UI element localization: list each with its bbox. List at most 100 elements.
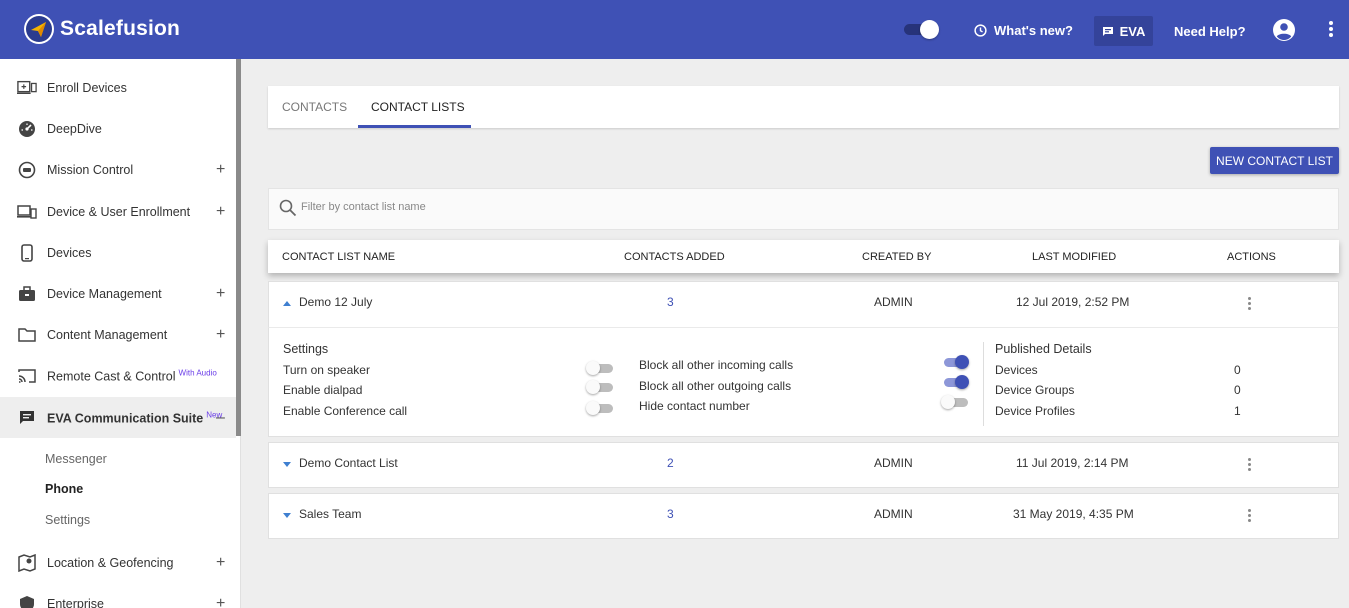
last-modified: 12 Jul 2019, 2:52 PM (1016, 295, 1130, 309)
active-tab-indicator (358, 125, 471, 128)
sidebar-item-label: Enroll Devices (47, 80, 127, 95)
expand-icon[interactable]: + (216, 161, 225, 179)
published-details-title: Published Details (995, 342, 1092, 356)
sidebar-subitem-phone[interactable]: Phone (45, 482, 83, 496)
expand-caret-icon[interactable] (283, 513, 291, 518)
sidebar-item-label: Device Management (47, 286, 162, 301)
chat-icon (1102, 26, 1113, 36)
whats-new-label: What's new? (994, 23, 1073, 38)
whats-new-link[interactable]: What's new? (974, 23, 1073, 38)
sidebar-item-eva-communication-suite[interactable]: EVA Communication Suite New – (0, 397, 236, 438)
expand-icon[interactable]: + (216, 595, 225, 608)
sidebar-item-deepdive[interactable]: DeepDive (0, 108, 236, 149)
sidebar-item-remote-cast[interactable]: Remote Cast & Control With Audio (0, 355, 236, 396)
theme-toggle[interactable] (904, 20, 940, 39)
sidebar-scrollbar[interactable] (236, 59, 241, 436)
new-contact-list-button[interactable]: NEW CONTACT LIST (1210, 147, 1339, 174)
cast-icon (17, 366, 37, 386)
table-row[interactable]: Demo 12 July 3 ADMIN 12 Jul 2019, 2:52 P… (268, 281, 1339, 327)
search-icon (279, 199, 297, 217)
contacts-count-link[interactable]: 2 (667, 456, 674, 470)
contacts-count-link[interactable]: 3 (667, 507, 674, 521)
row-actions-icon[interactable] (1248, 509, 1252, 524)
account-icon[interactable] (1272, 18, 1296, 47)
table-header: CONTACT LIST NAME CONTACTS ADDED CREATED… (268, 240, 1339, 273)
filter-bar (268, 188, 1339, 230)
sidebar-item-label: DeepDive (47, 121, 102, 136)
tab-contact-lists[interactable]: CONTACT LISTS (371, 86, 465, 128)
sidebar-item-label: EVA Communication Suite New (47, 409, 223, 426)
tab-bar: CONTACTS CONTACT LISTS (268, 86, 1339, 128)
speedometer-icon (17, 119, 37, 139)
need-help-link[interactable]: Need Help? (1174, 24, 1246, 39)
column-last-modified[interactable]: LAST MODIFIED (1032, 251, 1116, 263)
column-contact-list-name[interactable]: CONTACT LIST NAME (282, 251, 395, 263)
expand-icon[interactable]: + (216, 554, 225, 572)
contact-list-name[interactable]: Sales Team (299, 507, 361, 521)
enroll-devices-icon (17, 78, 37, 98)
sidebar-item-mission-control[interactable]: Mission Control + (0, 149, 236, 190)
published-value: 0 (1234, 363, 1241, 377)
hide-contact-number-toggle[interactable] (941, 395, 969, 409)
collapse-caret-icon[interactable] (283, 301, 291, 306)
sidebar-item-location-geofencing[interactable]: Location & Geofencing + (0, 542, 236, 583)
sidebar-item-content-management[interactable]: Content Management + (0, 314, 236, 355)
contact-list-name[interactable]: Demo Contact List (299, 456, 398, 470)
sidebar-item-device-management[interactable]: Device Management + (0, 273, 236, 314)
collapse-icon[interactable]: – (216, 409, 225, 427)
published-label: Device Profiles (995, 404, 1076, 418)
sidebar-item-label: Mission Control (47, 162, 134, 177)
sidebar-item-enroll-devices[interactable]: Enroll Devices (0, 67, 236, 108)
setting-label: Enable dialpad (283, 383, 363, 397)
eva-button[interactable]: EVA (1094, 16, 1153, 46)
tab-contacts[interactable]: CONTACTS (282, 86, 347, 128)
column-contacts-added[interactable]: CONTACTS ADDED (624, 251, 725, 263)
folder-icon (17, 325, 37, 345)
scalefusion-logo-icon (24, 14, 54, 44)
created-by: ADMIN (874, 456, 913, 470)
map-icon (17, 553, 37, 573)
table-row[interactable]: Demo Contact List 2 ADMIN 11 Jul 2019, 2… (268, 442, 1339, 488)
eva-label: EVA (1119, 23, 1146, 39)
mission-control-icon (17, 160, 37, 180)
expand-caret-icon[interactable] (283, 462, 291, 467)
turn-on-speaker-toggle[interactable] (586, 361, 614, 375)
enable-dialpad-toggle[interactable] (586, 380, 614, 394)
block-incoming-calls-toggle[interactable] (941, 355, 969, 369)
sidebar-item-label: Location & Geofencing (47, 555, 174, 570)
sidebar-subitem-messenger[interactable]: Messenger (45, 452, 107, 466)
brand-logo[interactable]: Scalefusion (24, 14, 180, 44)
chat-icon (17, 408, 37, 428)
with-audio-badge: With Audio (178, 367, 217, 377)
last-modified: 31 May 2019, 4:35 PM (1013, 507, 1134, 521)
shield-icon (17, 594, 37, 608)
row-actions-icon[interactable] (1248, 458, 1252, 473)
block-outgoing-calls-toggle[interactable] (941, 375, 969, 389)
contacts-count-link[interactable]: 3 (667, 295, 674, 309)
published-label: Devices (995, 363, 1038, 377)
sidebar-item-label: Content Management (47, 327, 168, 342)
sidebar-item-device-user-enrollment[interactable]: Device & User Enrollment + (0, 191, 236, 232)
sidebar-item-devices[interactable]: Devices (0, 232, 236, 273)
contact-list-details-panel: Settings Turn on speaker Enable dialpad … (268, 327, 1339, 437)
sidebar-item-enterprise[interactable]: Enterprise + (0, 583, 236, 608)
expand-icon[interactable]: + (216, 326, 225, 344)
filter-input[interactable] (301, 201, 801, 213)
column-created-by[interactable]: CREATED BY (862, 251, 931, 263)
briefcase-icon (17, 284, 37, 304)
brand-name: Scalefusion (60, 17, 181, 40)
created-by: ADMIN (874, 507, 913, 521)
contact-list-name[interactable]: Demo 12 July (299, 295, 372, 309)
expand-icon[interactable]: + (216, 203, 225, 221)
table-row[interactable]: Sales Team 3 ADMIN 31 May 2019, 4:35 PM (268, 493, 1339, 539)
more-options-icon[interactable] (1328, 20, 1334, 43)
enable-conference-call-toggle[interactable] (586, 401, 614, 415)
created-by: ADMIN (874, 295, 913, 309)
row-actions-icon[interactable] (1248, 297, 1252, 312)
sidebar-item-label: Enterprise (47, 596, 104, 608)
setting-label: Block all other outgoing calls (639, 379, 792, 393)
expand-icon[interactable]: + (216, 285, 225, 303)
devices-icon (17, 202, 37, 222)
sidebar-item-label: Device & User Enrollment (47, 204, 191, 219)
sidebar-subitem-settings[interactable]: Settings (45, 513, 90, 527)
